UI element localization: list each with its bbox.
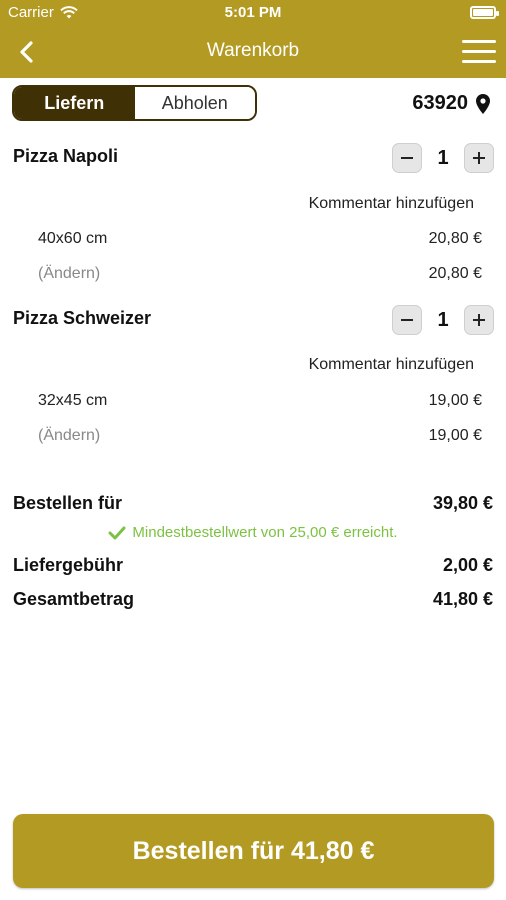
zip-code-selector[interactable]: 63920 xyxy=(412,92,490,115)
menu-button[interactable] xyxy=(462,40,496,64)
tab-abholen[interactable]: Abholen xyxy=(134,87,255,119)
quantity-value: 1 xyxy=(437,308,449,331)
item-size: 32x45 cm xyxy=(38,392,108,409)
quantity-stepper: 1 xyxy=(392,143,494,173)
increase-button[interactable] xyxy=(464,143,494,173)
clock: 5:01 PM xyxy=(224,4,282,21)
checkmark-icon xyxy=(108,526,126,539)
minus-icon xyxy=(401,319,413,321)
change-item-link[interactable]: (Ändern) xyxy=(38,427,100,445)
item-size-price: 19,00 € xyxy=(428,392,482,409)
item-total-price: 19,00 € xyxy=(428,427,482,444)
minus-icon xyxy=(401,157,413,159)
order-for-label: Bestellen für xyxy=(13,493,123,513)
plus-icon xyxy=(473,314,485,326)
quantity-value: 1 xyxy=(437,146,449,169)
change-item-link[interactable]: (Ändern) xyxy=(38,265,100,283)
navigation-bar: Warenkorb xyxy=(0,26,506,78)
add-comment-link[interactable]: Kommentar hinzufügen xyxy=(309,356,474,374)
tab-liefern[interactable]: Liefern xyxy=(14,87,135,119)
quantity-stepper: 1 xyxy=(392,305,494,335)
plus-icon xyxy=(473,152,485,164)
minimum-order-notice: Mindestbestellwert von 25,00 € erreicht. xyxy=(0,524,506,541)
minimum-order-message: Mindestbestellwert von 25,00 € erreicht. xyxy=(132,524,398,541)
item-size-price: 20,80 € xyxy=(428,230,482,247)
total-label: Gesamtbetrag xyxy=(13,589,135,609)
decrease-button[interactable] xyxy=(392,305,422,335)
cart-item-name: Pizza Napoli xyxy=(13,146,119,166)
location-pin-icon xyxy=(476,93,490,114)
item-size: 40x60 cm xyxy=(38,230,108,247)
add-comment-link[interactable]: Kommentar hinzufügen xyxy=(309,195,474,213)
zip-code: 63920 xyxy=(412,92,468,114)
increase-button[interactable] xyxy=(464,305,494,335)
delivery-fee-label: Liefergebühr xyxy=(13,555,124,575)
battery-icon xyxy=(470,6,499,19)
place-order-button[interactable]: Bestellen für 41,80 € xyxy=(13,814,494,888)
delivery-mode-toggle: Liefern Abholen xyxy=(12,85,257,121)
hamburger-icon xyxy=(462,40,496,63)
total-value: 41,80 € xyxy=(432,589,493,609)
delivery-fee-value: 2,00 € xyxy=(442,555,493,575)
cart-item-name: Pizza Schweizer xyxy=(13,308,152,328)
place-order-label: Bestellen für 41,80 € xyxy=(132,836,375,865)
order-for-value: 39,80 € xyxy=(432,493,493,513)
item-total-price: 20,80 € xyxy=(428,265,482,282)
decrease-button[interactable] xyxy=(392,143,422,173)
status-bar: Carrier 5:01 PM xyxy=(0,0,506,26)
page-title: Warenkorb xyxy=(206,40,300,61)
